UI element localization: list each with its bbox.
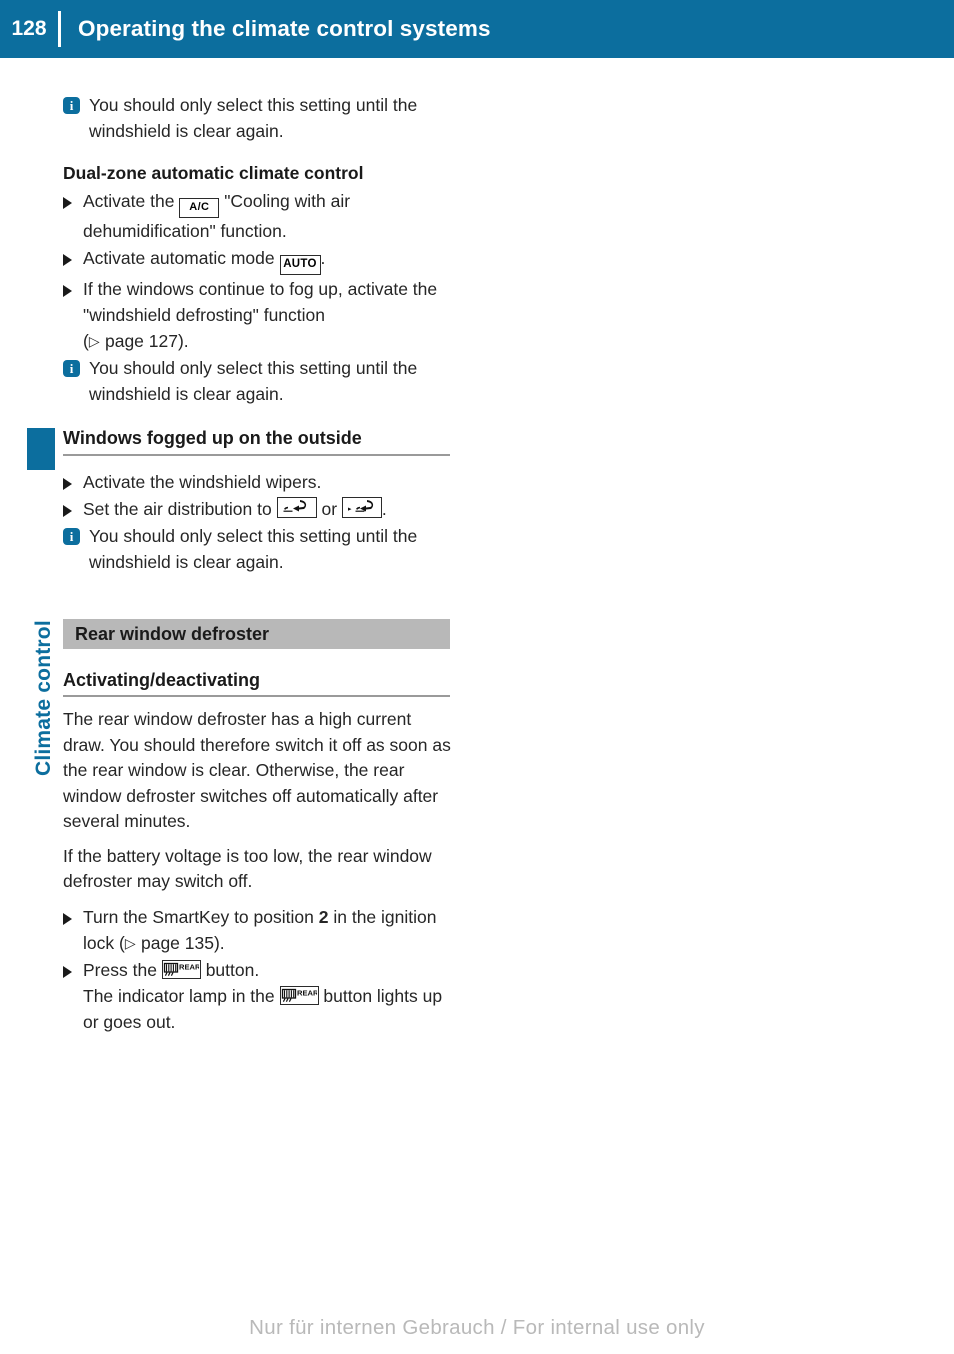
list-item: Press the REAR button. The indicator lam… [63,957,463,1035]
info-icon: i [63,97,80,114]
ac-button-icon[interactable]: A/C [179,198,220,218]
svg-text:REAR: REAR [297,988,317,997]
heading-windows-fogged-outside: Windows fogged up on the outside [63,428,362,448]
step-turn-smartkey: Turn the SmartKey to position 2 in the i… [83,904,457,956]
bullet-triangle-icon [63,965,72,978]
step-activate-wipers: Activate the windshield wipers. [83,472,322,492]
info-note: i You should only select this setting un… [63,355,463,407]
step-text-before: Activate the [83,191,175,211]
cross-reference[interactable]: (▷ page 127). [83,331,189,351]
paragraph-battery-voltage: If the battery voltage is too low, the r… [63,845,432,892]
info-icon: i [63,360,80,377]
svg-text:REAR: REAR [179,962,199,971]
bullet-triangle-icon [63,912,72,925]
step-press-rear-defroster-button: Press the REAR button. The indicator lam… [83,957,457,1035]
info-note-text: You should only select this setting unti… [89,358,418,404]
info-note-text: You should only select this setting unti… [89,95,418,141]
footer-watermark: Nur für internen Gebrauch / For internal… [249,1316,705,1339]
page-number: 128 [11,17,47,40]
ref-page-text: page 127 [104,331,178,351]
page-ref-triangle-icon: ▷ [88,333,101,349]
step-text-after: button. [205,959,260,980]
ref-close-paren: ). [177,331,189,351]
step-activate-ac: Activate the A/C "Cooling with air dehum… [83,188,457,244]
paragraph-current-draw: The rear window defroster has a high cur… [63,709,451,831]
ref-page-text: page 135 [140,932,214,953]
step-set-air-distribution: Set the air distribution to or . [83,496,387,522]
step-text-before: Set the air distribution to [83,499,272,519]
list-item: Set the air distribution to or . [63,496,463,522]
info-note: i You should only select this setting un… [63,523,463,575]
step-text-after: . [320,248,326,268]
rear-defroster-button-icon[interactable]: REAR [279,985,319,1005]
list-item: Turn the SmartKey to position 2 in the i… [63,904,463,956]
heading-activating-deactivating: Activating/deactivating [63,670,261,690]
page-content: i You should only select this setting un… [63,92,463,1036]
info-icon: i [63,528,80,545]
step-text: If the windows continue to fog up, activ… [83,279,438,325]
header-divider [58,11,61,47]
section-heading-label: Rear window defroster [75,623,270,644]
step-text-before: Press the [83,959,157,980]
step-text-before: Turn the SmartKey to position [83,906,314,927]
page-ref-triangle-icon: ▷ [124,934,137,951]
list-item: Activate the A/C "Cooling with air dehum… [63,188,463,244]
ref-close-paren: ). [213,932,225,953]
page-header: 128 Operating the climate control system… [0,0,954,58]
bullet-triangle-icon [63,478,72,490]
chapter-tab-label: Climate control [32,620,55,776]
rear-defroster-button-icon[interactable]: REAR [161,959,201,979]
heading-dual-zone: Dual-zone automatic climate control [63,163,364,183]
step-windshield-defrosting: If the windows continue to fog up, activ… [83,276,457,354]
step-text-middle: or [321,499,338,519]
heading-rule [63,695,450,697]
list-item: If the windows continue to fog up, activ… [63,276,463,354]
info-note: i You should only select this setting un… [63,92,463,144]
section-heading-rear-window-defroster: Rear window defroster [63,619,450,649]
list-item: Activate automatic mode AUTO. [63,245,463,275]
cross-reference[interactable]: (▷ page 135). [119,933,225,953]
bullet-triangle-icon [63,505,72,517]
list-item: Activate the windshield wipers. [63,469,463,495]
page-title: Operating the climate control systems [78,16,491,41]
chapter-tab-marker [27,428,55,470]
air-distribution-windshield-icon[interactable] [276,497,317,518]
air-distribution-windshield-footwell-icon[interactable] [341,497,382,518]
step-activate-auto: Activate automatic mode AUTO. [83,245,325,275]
bullet-triangle-icon [63,197,72,209]
key-position-value: 2 [318,906,329,927]
indicator-lamp-text-before: The indicator lamp in the [83,985,275,1006]
info-note-text: You should only select this setting unti… [89,526,418,572]
auto-button-icon[interactable]: AUTO [279,255,321,275]
step-text-after: . [381,499,387,519]
bullet-triangle-icon [63,285,72,297]
bullet-triangle-icon [63,254,72,266]
step-text-before: Activate automatic mode [83,248,275,268]
heading-rule [63,454,450,456]
